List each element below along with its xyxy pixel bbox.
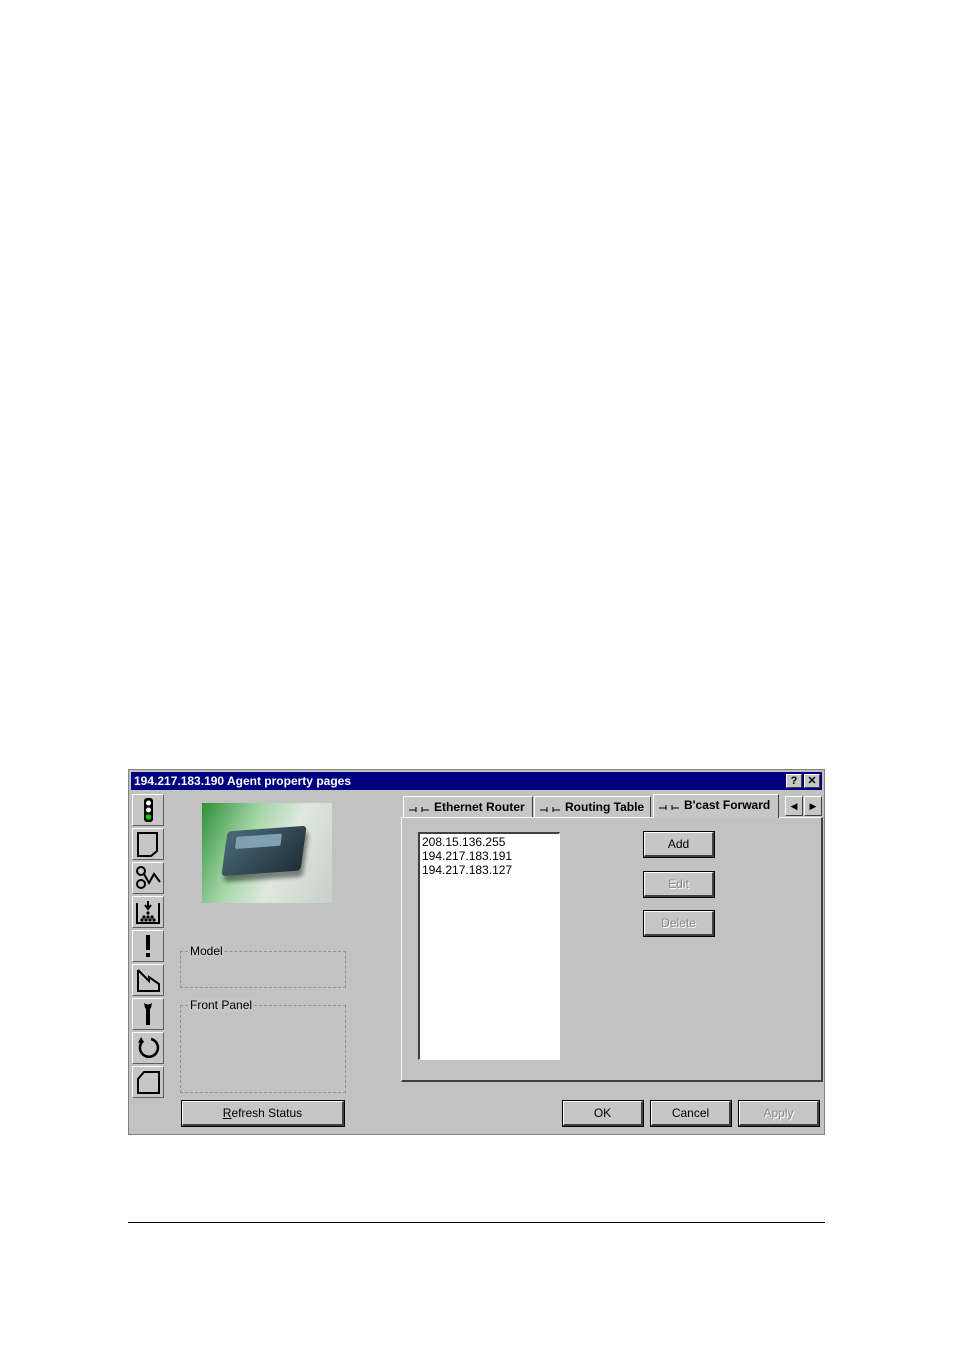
close-button[interactable]: ✕ — [804, 774, 820, 788]
folded-page-icon[interactable] — [132, 1066, 164, 1098]
help-button[interactable]: ? — [786, 774, 802, 788]
tab-bcast-forward[interactable]: B'cast Forward — [653, 794, 779, 818]
tab-routing-table[interactable]: Routing Table — [534, 796, 651, 817]
title-bar[interactable]: 194.217.183.190 Agent property pages ? ✕ — [131, 772, 822, 790]
front-panel-groupbox: Front Panel — [180, 998, 346, 1093]
delete-button[interactable]: Delete — [643, 910, 715, 937]
edit-button[interactable]: Edit — [643, 871, 715, 898]
tab-ethernet-router[interactable]: Ethernet Router — [403, 796, 533, 817]
tab-scroll-left-icon[interactable]: ◀ — [785, 796, 803, 816]
broadcast-address-list[interactable]: 208.15.136.255 194.217.183.191 194.217.1… — [418, 832, 560, 1060]
model-groupbox: Model — [180, 944, 346, 988]
refresh-status-button[interactable]: Refresh Status — [181, 1100, 345, 1127]
list-item[interactable]: 194.217.183.191 — [422, 849, 557, 863]
sidebar-icon-bar — [132, 794, 166, 1100]
cancel-button[interactable]: Cancel — [650, 1100, 732, 1127]
router-device-image — [221, 825, 307, 877]
add-button[interactable]: Add — [643, 831, 715, 858]
list-item[interactable]: 208.15.136.255 — [422, 835, 557, 849]
page-icon[interactable] — [132, 828, 164, 860]
device-photo — [202, 803, 332, 903]
tab-connector-icon — [659, 805, 679, 810]
window-title: 194.217.183.190 Agent property pages — [134, 774, 351, 788]
bcast-forward-panel: 208.15.136.255 194.217.183.191 194.217.1… — [401, 817, 823, 1082]
tab-connector-icon — [540, 807, 560, 812]
tab-scroll-right-icon[interactable]: ▶ — [804, 796, 822, 816]
traffic-light-icon[interactable] — [132, 794, 164, 826]
network-wave-icon[interactable] — [132, 862, 164, 894]
ok-button[interactable]: OK — [562, 1100, 644, 1127]
wrench-icon[interactable] — [132, 998, 164, 1030]
list-item[interactable]: 194.217.183.127 — [422, 863, 557, 877]
apply-button[interactable]: Apply — [738, 1100, 820, 1127]
folder-step-icon[interactable] — [132, 964, 164, 996]
agent-property-dialog: 194.217.183.190 Agent property pages ? ✕ — [128, 769, 825, 1135]
refresh-status-label: efresh Status — [231, 1106, 303, 1120]
alert-icon[interactable] — [132, 930, 164, 962]
model-label: Model — [189, 944, 224, 958]
front-panel-label: Front Panel — [189, 998, 254, 1012]
page-divider — [128, 1222, 825, 1223]
refresh-icon[interactable] — [132, 1032, 164, 1064]
tab-connector-icon — [409, 807, 429, 812]
download-queue-icon[interactable] — [132, 896, 164, 928]
